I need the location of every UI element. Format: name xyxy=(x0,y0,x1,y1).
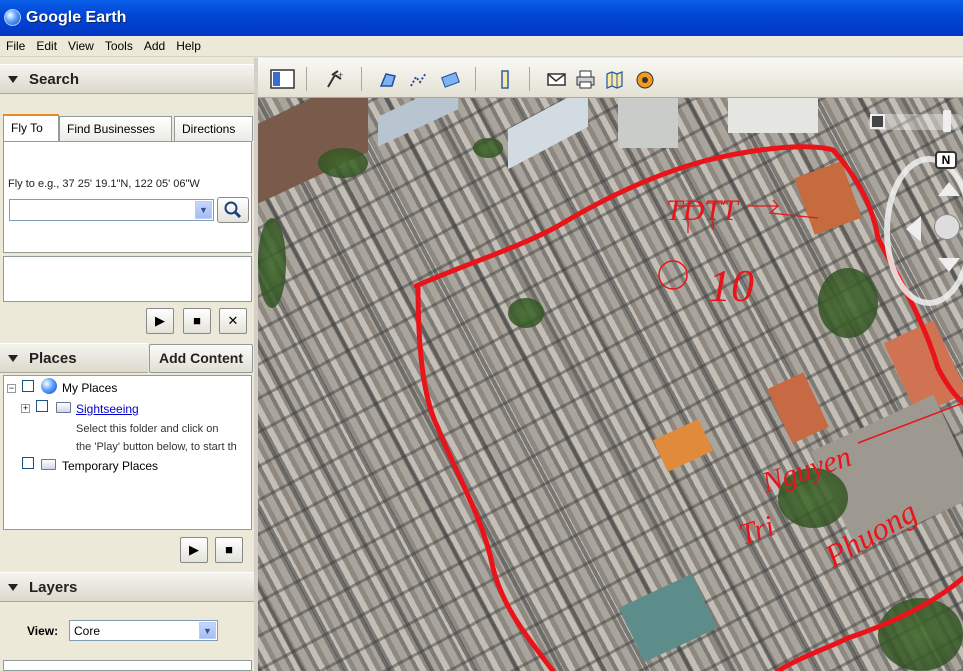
menu-view[interactable]: View xyxy=(62,36,99,53)
placemark-icon[interactable]: + xyxy=(324,69,346,89)
annotation-tri: Tri xyxy=(735,509,779,551)
tree-item-temporary-places[interactable]: Temporary Places xyxy=(62,459,158,473)
annotation-nguyen: Nguyen xyxy=(757,440,855,500)
sightseeing-description-1: Select this folder and click on xyxy=(76,423,219,435)
search-button[interactable] xyxy=(217,197,249,223)
add-content-button[interactable]: Add Content xyxy=(149,344,253,373)
tree-item-sightseeing[interactable]: Sightseeing xyxy=(76,402,139,416)
collapse-triangle-icon[interactable] xyxy=(8,355,18,362)
collapse-triangle-icon[interactable] xyxy=(8,76,18,83)
menu-file[interactable]: File xyxy=(0,36,30,53)
annotation-boundary-top xyxy=(413,144,836,289)
tilt-up-icon[interactable] xyxy=(938,182,960,196)
google-earth-icon xyxy=(4,9,21,26)
tilt-down-icon[interactable] xyxy=(938,258,960,272)
folder-icon xyxy=(56,402,71,413)
menu-add[interactable]: Add xyxy=(138,36,170,53)
ruler-icon[interactable] xyxy=(494,69,516,89)
polygon-icon[interactable] xyxy=(378,69,400,89)
magnifier-icon xyxy=(224,201,242,219)
layers-view-select[interactable]: Core ▼ xyxy=(69,620,218,641)
clear-results-button[interactable]: ✕ xyxy=(219,308,247,334)
places-tree: − My Places + Sightseeing Select this fo… xyxy=(3,375,252,530)
fly-to-input[interactable]: ▼ xyxy=(9,199,214,221)
google-maps-icon[interactable] xyxy=(604,69,626,89)
places-header-label: Places xyxy=(29,350,77,367)
menu-help[interactable]: Help xyxy=(170,36,206,53)
collapse-triangle-icon[interactable] xyxy=(8,584,18,591)
layers-view-label: View: xyxy=(27,624,59,638)
checkbox-temporary-places[interactable] xyxy=(22,457,34,469)
annotation-circle xyxy=(658,260,688,290)
annotation-line xyxy=(857,402,963,444)
menu-edit[interactable]: Edit xyxy=(30,36,62,53)
expand-icon[interactable]: + xyxy=(21,404,30,413)
sightseeing-description-2: the 'Play' button below, to start th xyxy=(76,441,237,453)
rotate-left-icon[interactable] xyxy=(906,216,921,242)
tab-fly-to[interactable]: Fly To xyxy=(3,114,59,142)
tab-find-businesses[interactable]: Find Businesses xyxy=(59,116,172,141)
stop-tour-button[interactable]: ■ xyxy=(215,537,243,563)
toolbar-separator xyxy=(475,67,476,91)
play-tour-button[interactable]: ▶ xyxy=(146,308,174,334)
search-panel-header[interactable]: Search xyxy=(0,64,254,94)
center-icon[interactable] xyxy=(934,214,960,240)
checkbox-sightseeing[interactable] xyxy=(36,400,48,412)
search-results xyxy=(3,256,252,302)
collapse-icon[interactable]: − xyxy=(7,384,16,393)
menu-bar: File Edit View Tools Add Help xyxy=(0,36,963,57)
tree-item-my-places[interactable]: My Places xyxy=(62,381,117,395)
image-overlay-icon[interactable] xyxy=(440,69,462,89)
search-header-label: Search xyxy=(29,71,80,88)
window-title: Google Earth xyxy=(26,9,127,26)
checkbox-my-places[interactable] xyxy=(22,380,34,392)
layers-view-value: Core xyxy=(74,624,101,638)
fly-to-hint: Fly to e.g., 37 25' 19.1"N, 122 05' 06"W xyxy=(8,178,200,190)
search-tabs: Fly To Find Businesses Directions xyxy=(3,114,253,142)
annotation-overlay: TDTT 10 Nguyen Tri Phuong xyxy=(413,144,963,671)
toolbar-separator xyxy=(361,67,362,91)
toolbar-separator xyxy=(306,67,307,91)
email-icon[interactable] xyxy=(546,69,568,89)
compass-north[interactable]: N xyxy=(935,151,957,169)
path-icon[interactable] xyxy=(408,69,430,89)
chevron-down-icon[interactable]: ▼ xyxy=(195,201,212,219)
toolbar-separator xyxy=(529,67,530,91)
title-bar: Google Earth xyxy=(0,0,963,36)
annotation-boundary-left xyxy=(415,282,556,671)
sky-icon[interactable] xyxy=(634,69,656,89)
map-view[interactable]: TDTT 10 Nguyen Tri Phuong xyxy=(258,98,963,671)
stop-tour-button[interactable]: ■ xyxy=(183,308,211,334)
layers-list xyxy=(3,660,252,671)
places-panel-header[interactable]: Places xyxy=(0,343,148,373)
toolbar: + xyxy=(258,58,963,98)
zoom-out-icon[interactable] xyxy=(870,114,885,129)
zoom-slider-thumb[interactable] xyxy=(943,110,951,132)
annotation-tdtt: TDTT xyxy=(666,194,740,227)
print-icon[interactable] xyxy=(575,69,597,89)
svg-text:+: + xyxy=(338,70,343,80)
tab-directions[interactable]: Directions xyxy=(174,116,253,141)
annotation-boundary-bottom xyxy=(775,575,963,671)
layers-header-label: Layers xyxy=(29,579,78,596)
annotation-phuong: Phuong xyxy=(818,493,923,574)
layers-panel-header[interactable]: Layers xyxy=(0,572,254,602)
annotation-10: 10 xyxy=(708,260,754,311)
menu-tools[interactable]: Tools xyxy=(99,36,138,53)
chevron-down-icon[interactable]: ▼ xyxy=(199,622,216,639)
folder-icon xyxy=(41,459,56,470)
play-tour-button[interactable]: ▶ xyxy=(180,537,208,563)
sidebar-toggle-icon[interactable] xyxy=(270,68,296,90)
globe-icon xyxy=(41,378,57,394)
fly-to-panel: Fly to e.g., 37 25' 19.1"N, 122 05' 06"W… xyxy=(3,141,252,253)
